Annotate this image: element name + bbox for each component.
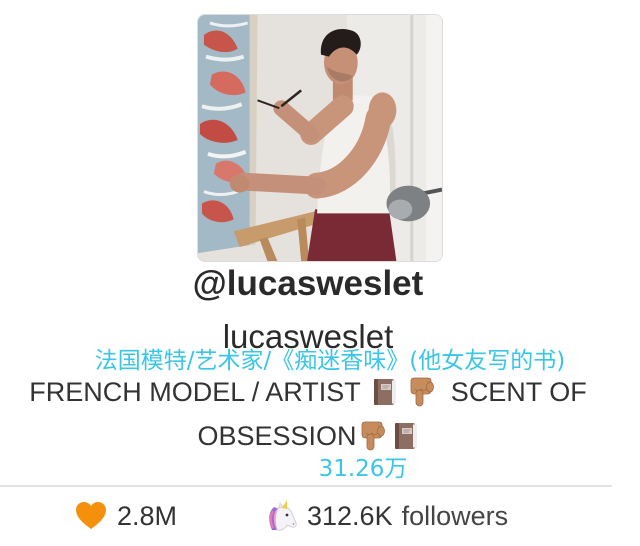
count-overlay: 31.26万 — [318, 456, 408, 482]
bio-text: FRENCH MODEL / ARTIST — [29, 377, 361, 407]
bio-text: OBSESSION — [197, 421, 357, 451]
notebook-icon — [393, 422, 419, 450]
followers-count: 312.6K — [307, 501, 393, 531]
bio-line: FRENCH MODEL / ARTIST SCENT OF — [0, 376, 616, 408]
bio-text: SCENT OF — [450, 377, 587, 407]
unicorn-icon — [264, 499, 298, 533]
likes-stat[interactable]: 2.8M — [75, 498, 177, 534]
followers-stat[interactable]: 312.6K followers — [264, 498, 508, 534]
point-down-icon — [406, 377, 436, 407]
translation-overlay: 法国模特/艺术家/《痴迷香味》(他女友写的书) — [94, 348, 566, 374]
bio-line: OBSESSION — [0, 420, 616, 452]
likes-count: 2.8M — [117, 501, 178, 531]
painting-canvas — [198, 15, 258, 254]
divider — [0, 485, 612, 487]
followers-label: followers — [401, 501, 509, 531]
notebook-icon — [372, 378, 398, 406]
profile-handle: @lucasweslet — [192, 264, 424, 303]
orange-heart-icon — [75, 501, 107, 531]
profile-avatar[interactable] — [197, 14, 443, 262]
point-down-icon — [357, 421, 387, 451]
